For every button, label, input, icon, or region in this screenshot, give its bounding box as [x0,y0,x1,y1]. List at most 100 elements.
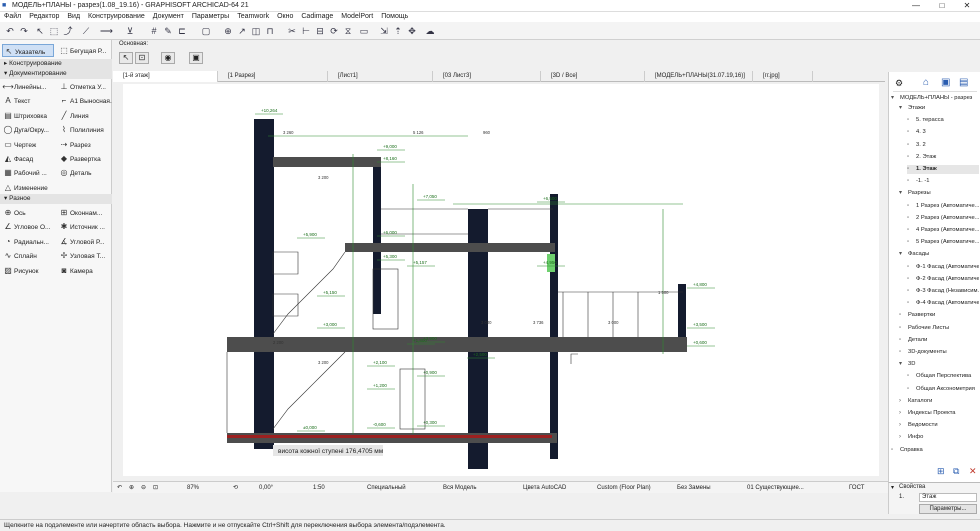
tool-line[interactable]: ╱ Линия [58,109,112,122]
tab-6[interactable]: [гг.jpg] [753,71,813,82]
tree-item[interactable]: ▫ 4 Разрез (Автоматиче... [907,226,979,235]
menu-item-8[interactable]: Cadimage [301,12,333,22]
tool-interior[interactable]: ◆ Развертка [58,152,112,165]
dimension-standard[interactable]: ГОСТ [849,484,864,493]
new-view-icon[interactable]: ⊞ [937,466,945,477]
view-map-icon[interactable]: ▣ [941,77,950,88]
split-icon[interactable]: ⊢ [300,25,312,37]
undo-icon[interactable]: ↶ [4,25,16,37]
menu-item-5[interactable]: Параметры [192,12,229,22]
tree-item[interactable]: › Каталоги [899,397,979,406]
nav-settings-icon[interactable]: ⚙ [895,78,903,89]
tree-item[interactable]: ▫ 3. 2 [907,141,979,150]
drag-icon[interactable]: ✥ [406,25,418,37]
menu-item-6[interactable]: Teamwork [237,12,269,22]
delete-icon[interactable]: ✕ [969,466,977,477]
menu-item-0[interactable]: Файл [4,12,21,22]
renovation-filter[interactable]: Без Замены [677,484,711,493]
tree-item[interactable]: ▾ Этажи [899,104,979,113]
tab-2[interactable]: [Лист1] [328,71,433,82]
model-view[interactable]: Вся Модель [443,484,476,493]
tree-item[interactable]: ▫ 4. 3 [907,128,979,137]
tree-item[interactable]: ▫ 5 Разрез (Автоматиче... [907,238,979,247]
tool-worksheet[interactable]: ▦ Рабочий ... [2,166,56,179]
tool-opening[interactable]: ⊞ Оконнам... [58,206,112,219]
zoom-out-icon[interactable]: ⊖ [141,484,146,493]
mode-multi-icon[interactable]: ⊡ [135,52,149,64]
tool-picture[interactable]: ▨ Рисунок [2,264,56,277]
fit-icon[interactable]: ⊡ [153,484,158,493]
menu-item-9[interactable]: ModelPort [341,12,373,22]
rotate-icon[interactable]: ⟳ [328,25,340,37]
align-icon[interactable]: ⊟ [314,25,326,37]
redo-icon[interactable]: ↷ [18,25,30,37]
tool-drawing[interactable]: ▭ Чертеж [2,138,56,151]
tool-elevation[interactable]: ◭ Фасад [2,152,56,165]
mode-poly-icon[interactable]: ▣ [189,52,203,64]
undo-view-icon[interactable]: ↶ [117,484,122,493]
tree-item[interactable]: ▫ Развертки [899,311,979,320]
tree-item[interactable]: ▫ Ф-3 Фасад (Независим... [907,287,979,296]
snap-icon[interactable]: ⊻ [124,25,136,37]
tree-item[interactable]: ▫ Ф-2 Фасад (Автоматиче... [907,275,979,284]
layer-combo[interactable]: Специальный [367,484,406,493]
mode-rect-icon[interactable]: ◉ [161,52,175,64]
minimize-button[interactable]: — [904,0,928,12]
tool-hotspot[interactable]: ✢ Узловая Т... [58,249,112,262]
tree-root[interactable]: ▾ МОДЕЛЬ+ПЛАНЫ - разрез [891,94,979,103]
tab-3[interactable]: [03 Лист3] [433,71,541,82]
view-icon[interactable]: ▢ [200,25,212,37]
menu-item-7[interactable]: Окно [277,12,293,22]
clone-view-icon[interactable]: ⧉ [953,466,959,477]
tree-item[interactable]: ▾ Фасады [899,250,979,259]
tool-angle[interactable]: ∠ Угловое О... [2,220,56,233]
rotation-icon[interactable]: ⟲ [233,484,238,493]
move-icon[interactable]: ⊕ [222,25,234,37]
menu-item-10[interactable]: Помощь [381,12,408,22]
renovation-status[interactable]: 01 Существующие... [747,484,804,493]
line-method-icon[interactable]: ⟋ [80,25,92,37]
tree-item[interactable]: ▫ Общая Перспектива [907,372,979,381]
tree-item[interactable]: › Инфо [899,433,979,442]
ruler-icon[interactable]: ⊏ [176,25,188,37]
tool-fill[interactable]: ▤ Штриховка [2,109,56,122]
maximize-button[interactable]: □ [930,0,954,12]
layout-book-icon[interactable]: ▤ [959,77,968,88]
tool-change[interactable]: △ Изменение [2,181,56,194]
tree-item[interactable]: ▫ 2. Этаж [907,153,979,162]
tool-level[interactable]: ⊥ Отметка У... [58,80,112,93]
mode-single-icon[interactable]: ↖ [119,52,133,64]
settings-button[interactable]: Параметры... [919,504,977,514]
tool-detail[interactable]: ◎ Деталь [58,166,112,179]
story-name-field[interactable]: Этаж [919,493,977,502]
trim-icon[interactable]: ✂ [286,25,298,37]
zoom-value[interactable]: 87% [187,484,199,493]
tool-arc[interactable]: ◯ Дуга/Окру... [2,123,56,136]
menu-item-4[interactable]: Документ [153,12,184,22]
tab-5[interactable]: [МОДЕЛЬ+ПЛАНЫ(31.07.19,16)] [645,71,753,82]
tree-item[interactable]: ▫ Ф-4 Фасад (Автоматиче... [907,299,979,308]
menu-item-2[interactable]: Вид [67,12,80,22]
tool-dimension[interactable]: ⟷Линейны... [2,80,56,93]
pick-up-icon[interactable]: ⤴ [62,25,74,37]
tool-polyline[interactable]: ⌇ Полилиния [58,123,112,136]
project-map-icon[interactable]: ⌂ [923,77,929,88]
arrow-select-icon[interactable]: ↖ [34,25,46,37]
cursor-icon[interactable]: ↗ [236,25,248,37]
mirror-icon[interactable]: ⧖ [342,25,354,37]
tree-item[interactable]: › Индексы Проекта [899,409,979,418]
tree-item[interactable]: ▾ Разрезы [899,189,979,198]
menu-item-3[interactable]: Конструирование [88,12,145,22]
pen-set[interactable]: Цвета AutoCAD [523,484,566,493]
cloud-icon[interactable]: ☁ [424,25,436,37]
tree-item[interactable]: ▫ 2 Разрез (Автоматиче... [907,214,979,223]
offset-icon[interactable]: ▭ [358,25,370,37]
tool-radial[interactable]: ◔ Радиальн... [2,235,56,248]
tool-light[interactable]: ✱ Источник ... [58,220,112,233]
tree-item[interactable]: ▫ 5. терасса [907,116,979,125]
tab-0[interactable]: [1-й этаж] [113,71,218,82]
tool-label[interactable]: ⌐ A1 Выносная... [58,94,112,107]
elevate-icon[interactable]: ⇡ [392,25,404,37]
section-document[interactable]: ▾ Документирование [0,69,112,79]
tool-angle-r[interactable]: ∡ Угловой Р... [58,235,112,248]
